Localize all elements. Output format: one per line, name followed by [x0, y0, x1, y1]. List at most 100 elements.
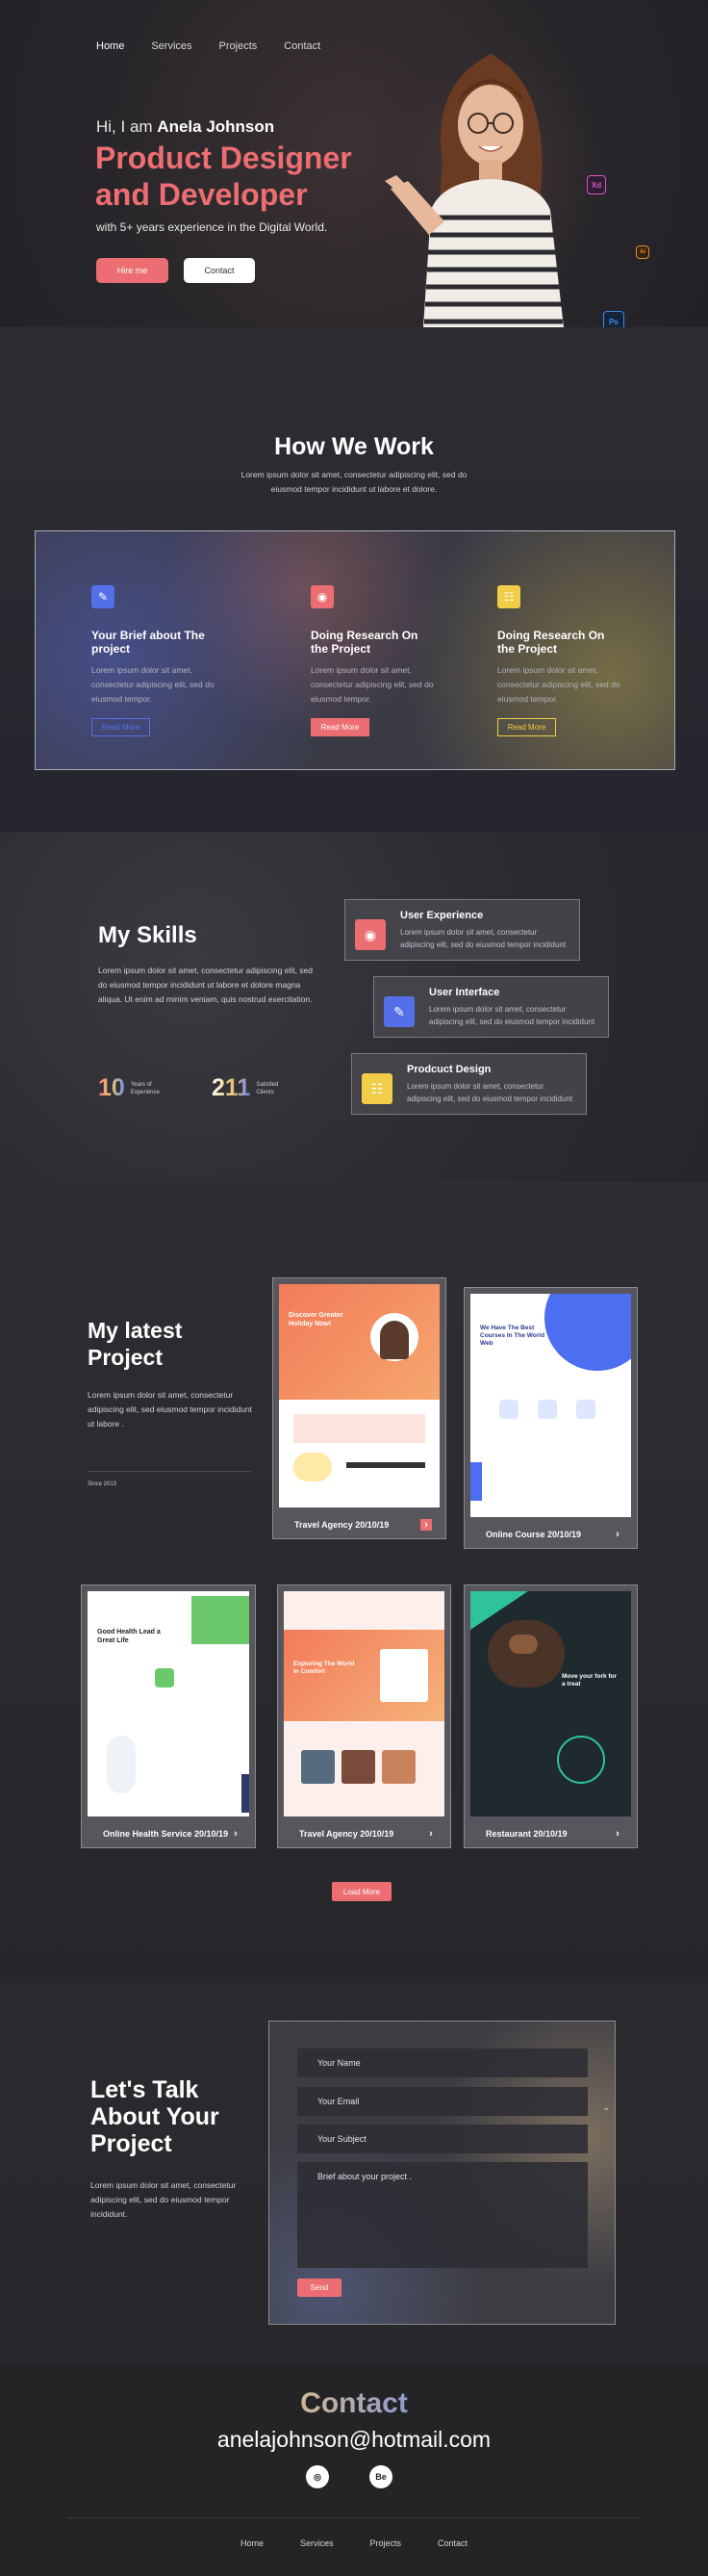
stat-years: 10 Years of Experience — [98, 1074, 160, 1102]
photoshop-icon: Ps — [603, 311, 624, 327]
edit-icon: ✎ — [384, 996, 415, 1027]
project-screenshot: Move your fork for a treat — [470, 1591, 631, 1816]
arrow-right-icon[interactable]: › — [230, 1828, 241, 1840]
project-screenshot: Exploring The World In Comfort — [284, 1591, 444, 1816]
arrow-right-icon[interactable]: › — [420, 1518, 432, 1531]
project-caption: Restaurant 20/10/19 › — [465, 1819, 637, 1847]
behance-icon[interactable]: Be — [369, 2465, 392, 2488]
skill-title: User Experience — [400, 910, 484, 921]
illustrator-icon: Ai — [636, 245, 649, 259]
footer-nav-home[interactable]: Home — [240, 2538, 264, 2548]
stat-label: Years of Experience — [130, 1081, 160, 1095]
email-field[interactable]: Your Email — [297, 2087, 588, 2116]
stat-label: Satisfied Clients — [256, 1081, 279, 1095]
hero-experience: with 5+ years experience in the Digital … — [96, 220, 328, 234]
footer-nav: Home Services Projects Contact — [0, 2538, 708, 2548]
step-brief: ✎ Your Brief about The project Lorem ips… — [91, 585, 265, 736]
footer-section: Contact anelajohnson@hotmail.com ◎ Be Ho… — [0, 2363, 708, 2576]
projects-title: My latest Project — [88, 1318, 183, 1370]
arrow-right-icon[interactable]: › — [612, 1529, 623, 1540]
read-more-button[interactable]: Read More — [311, 718, 369, 736]
projects-text: Lorem ipsum dolor sit amet, consectetur … — [88, 1390, 253, 1429]
document-icon: ☷ — [362, 1073, 392, 1104]
project-card-travel[interactable]: Discover Greater Holiday Now! Travel Age… — [272, 1277, 446, 1539]
project-caption: Travel Agency 20/10/19 › — [273, 1510, 445, 1538]
nav-contact-link[interactable]: Contact — [284, 40, 320, 52]
how-we-work-title: How We Work — [274, 433, 434, 460]
project-screenshot: We Have The Best Courses In The World We… — [470, 1294, 631, 1517]
nav-services-link[interactable]: Services — [151, 40, 191, 52]
project-caption: Travel Agency 20/10/19 › — [278, 1819, 450, 1847]
skill-card-product: ☷ Prodcuct Design Lorem ipsum dolor sit … — [351, 1053, 587, 1115]
portrait-image — [375, 46, 606, 327]
project-card-travel-2[interactable]: Exploring The World In Comfort Travel Ag… — [277, 1584, 451, 1848]
email-link[interactable]: anelajohnson@hotmail.com — [0, 2427, 708, 2453]
skill-text: Lorem ipsum dolor sit amet, consectetur … — [429, 1005, 595, 1026]
document-icon: ☷ — [497, 585, 520, 608]
dribbble-icon[interactable]: ◎ — [306, 2465, 329, 2488]
footer-nav-contact[interactable]: Contact — [438, 2538, 468, 2548]
project-caption: Online Course 20/10/19 › — [465, 1520, 637, 1548]
project-card-restaurant[interactable]: Move your fork for a treat Restaurant 20… — [464, 1584, 638, 1848]
step-title: Doing Research On the Project — [497, 629, 605, 656]
hire-me-button[interactable]: Hire me — [96, 258, 168, 283]
form-text: Lorem ipsum dolor sit amet, consectetur … — [90, 2180, 237, 2219]
skills-section: My Skills Lorem ipsum dolor sit amet, co… — [0, 832, 708, 1182]
hero-greeting: Hi, I am Anela Johnson — [96, 117, 275, 136]
project-screenshot: Good Health Lead a Great Life — [88, 1591, 249, 1816]
step-title: Doing Research On the Project — [311, 629, 418, 656]
project-screenshot: Discover Greater Holiday Now! — [279, 1284, 440, 1507]
stat-number: 10 — [98, 1074, 125, 1101]
arrow-right-icon[interactable]: › — [612, 1828, 623, 1840]
nav-projects-link[interactable]: Projects — [219, 40, 258, 52]
project-card-course[interactable]: We Have The Best Courses In The World We… — [464, 1287, 638, 1549]
message-field[interactable]: Brief about your project . — [297, 2162, 588, 2268]
chevron-down-icon: ⌄ — [602, 2102, 611, 2113]
skill-text: Lorem ipsum dolor sit amet, consectetur … — [400, 928, 567, 949]
step-title: Your Brief about The project — [91, 629, 205, 656]
skill-text: Lorem ipsum dolor sit amet, consectetur … — [407, 1082, 573, 1103]
nav-home-link[interactable]: Home — [96, 40, 124, 52]
hero-section: Home Services Projects Contact Hi, I am … — [0, 0, 708, 327]
read-more-button[interactable]: Read More — [91, 718, 150, 736]
load-more-button[interactable]: Load More — [332, 1882, 392, 1901]
projects-section: My latest Project Lorem ipsum dolor sit … — [0, 1182, 708, 1983]
edit-icon: ✎ — [91, 585, 114, 608]
since-label: Since 2013 — [88, 1481, 117, 1487]
subject-field[interactable]: Your Subject — [297, 2125, 588, 2153]
stat-clients: 211 Satisfied Clients — [212, 1074, 278, 1102]
step-text: Lorem ipsum dolor sit amet, consectetur … — [91, 665, 215, 704]
project-caption: Online Health Service 20/10/19 › — [82, 1819, 255, 1847]
hero-name: Anela Johnson — [157, 117, 275, 136]
skill-card-ux: ◉ User Experience Lorem ipsum dolor sit … — [344, 899, 580, 961]
research-icon: ◉ — [311, 585, 334, 608]
send-button[interactable]: Send — [297, 2279, 341, 2297]
contact-form-section: Let's Talk About Your Project Lorem ipsu… — [0, 1983, 708, 2363]
skills-text: Lorem ipsum dolor sit amet, consectetur … — [98, 966, 313, 1004]
footer-nav-services[interactable]: Services — [300, 2538, 334, 2548]
skills-title: My Skills — [98, 922, 197, 948]
step-research: ◉ Doing Research On the Project Lorem ip… — [311, 585, 484, 736]
form-title: Let's Talk About Your Project — [90, 2076, 219, 2157]
target-icon: ◉ — [355, 919, 386, 950]
skill-title: User Interface — [429, 987, 500, 998]
step-text: Lorem ipsum dolor sit amet, consectetur … — [497, 665, 620, 704]
contact-form: Your Name Your Email Your Subject Brief … — [268, 2021, 616, 2325]
stat-number: 211 — [212, 1074, 251, 1101]
project-card-health[interactable]: Good Health Lead a Great Life Online Hea… — [81, 1584, 256, 1848]
footer-divider — [67, 2517, 641, 2518]
read-more-button[interactable]: Read More — [497, 718, 556, 736]
name-field[interactable]: Your Name — [297, 2048, 588, 2077]
hero-title: Product Designer and Developer — [95, 141, 352, 212]
xd-icon: Xd — [587, 175, 606, 194]
top-nav: Home Services Projects Contact — [96, 40, 320, 52]
step-text: Lorem ipsum dolor sit amet, consectetur … — [311, 665, 434, 704]
skill-title: Prodcuct Design — [407, 1064, 492, 1075]
divider — [88, 1471, 251, 1472]
footer-heading: Contact — [0, 2387, 708, 2420]
footer-nav-projects[interactable]: Projects — [369, 2538, 401, 2548]
how-we-work-panel: ✎ Your Brief about The project Lorem ips… — [35, 530, 675, 770]
step-research-2: ☷ Doing Research On the Project Lorem ip… — [497, 585, 670, 736]
arrow-right-icon[interactable]: › — [425, 1828, 437, 1840]
hero-contact-button[interactable]: Contact — [184, 258, 255, 283]
